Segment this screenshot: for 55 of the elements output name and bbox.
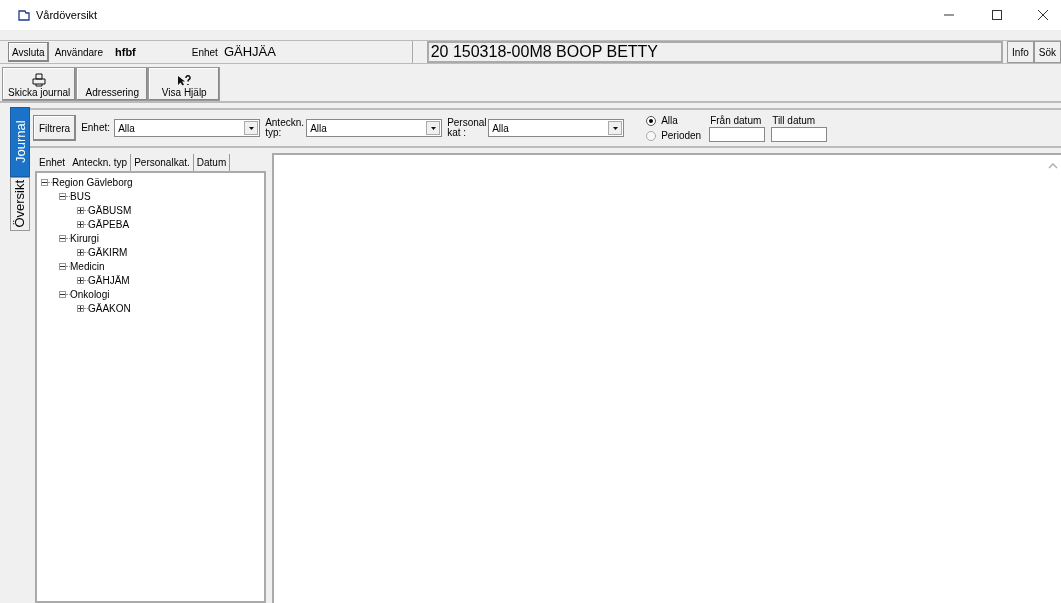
user-label: Användare <box>54 45 103 60</box>
toolbar-button[interactable]: Visa Hjälp <box>148 67 221 101</box>
tree-item[interactable]: GÄAKON <box>88 300 131 316</box>
app-icon <box>18 9 30 21</box>
combo-label: Enhet: <box>81 123 112 133</box>
side-tab[interactable]: Journal <box>10 107 30 177</box>
expander-icon[interactable] <box>77 220 84 228</box>
expander-icon[interactable] <box>77 304 84 312</box>
combo-label: Personal kat : <box>447 118 486 138</box>
exit-button[interactable]: Avsluta <box>8 42 49 62</box>
expander-icon[interactable] <box>41 178 48 186</box>
expander-icon[interactable] <box>77 276 84 284</box>
unit-name: GÄHJÄA <box>223 43 276 62</box>
combo-label: Anteckn. typ: <box>265 118 304 138</box>
tree-item[interactable]: Onkologi <box>70 286 110 302</box>
expander-icon[interactable] <box>59 290 66 298</box>
tree-item[interactable]: Kirurgi <box>70 230 99 246</box>
tree-item[interactable]: Medicin <box>70 258 105 274</box>
date-label: Från datum <box>709 114 762 127</box>
expander-icon[interactable] <box>59 262 66 270</box>
unit-label: Enhet <box>191 45 218 60</box>
header-button[interactable]: Sök <box>1033 41 1061 63</box>
radio-button[interactable] <box>646 115 657 126</box>
toolbar-button[interactable]: Skicka journal <box>2 67 77 101</box>
tree-item[interactable]: GÄHJÄM <box>88 272 130 288</box>
dropdown[interactable]: Alla <box>306 119 443 137</box>
expander-icon[interactable] <box>59 234 66 242</box>
date-field[interactable] <box>771 126 828 142</box>
expander-icon[interactable] <box>59 192 66 200</box>
radio-button[interactable] <box>646 130 657 141</box>
dropdown[interactable]: Alla <box>114 119 261 137</box>
tree-item[interactable]: Region Gävleborg <box>52 174 133 190</box>
toolbar-button[interactable]: Adressering <box>76 67 149 101</box>
header-button[interactable]: Info <box>1007 41 1034 63</box>
patient-field: 20 150318-00M8 BOOP BETTY <box>426 41 1004 63</box>
date-label: Till datum <box>771 114 816 127</box>
expander-icon[interactable] <box>77 206 84 214</box>
user-name: hfbf <box>115 44 136 60</box>
tree-tab[interactable]: Anteckn. typ <box>69 154 132 171</box>
printer-icon <box>32 73 47 87</box>
radio-label: Alla <box>661 114 678 128</box>
tree-item[interactable]: GÄKIRM <box>88 244 128 260</box>
tree-item[interactable]: BUS <box>70 188 91 204</box>
radio-label: Perioden <box>661 129 702 143</box>
tree-item[interactable]: GÄPEBA <box>88 216 130 232</box>
maximize-icon[interactable] <box>991 9 1003 21</box>
window-title: Vårdöversikt <box>36 7 98 23</box>
help-pointer-icon <box>177 75 192 87</box>
date-field[interactable] <box>709 126 766 142</box>
filter-button[interactable]: Filtrera <box>33 115 77 141</box>
close-icon[interactable] <box>1037 9 1049 21</box>
expander-icon[interactable] <box>77 248 84 256</box>
dropdown[interactable]: Alla <box>488 119 625 137</box>
tree-item[interactable]: GÄBUSM <box>88 202 132 218</box>
side-tab[interactable]: Översikt <box>10 177 30 231</box>
